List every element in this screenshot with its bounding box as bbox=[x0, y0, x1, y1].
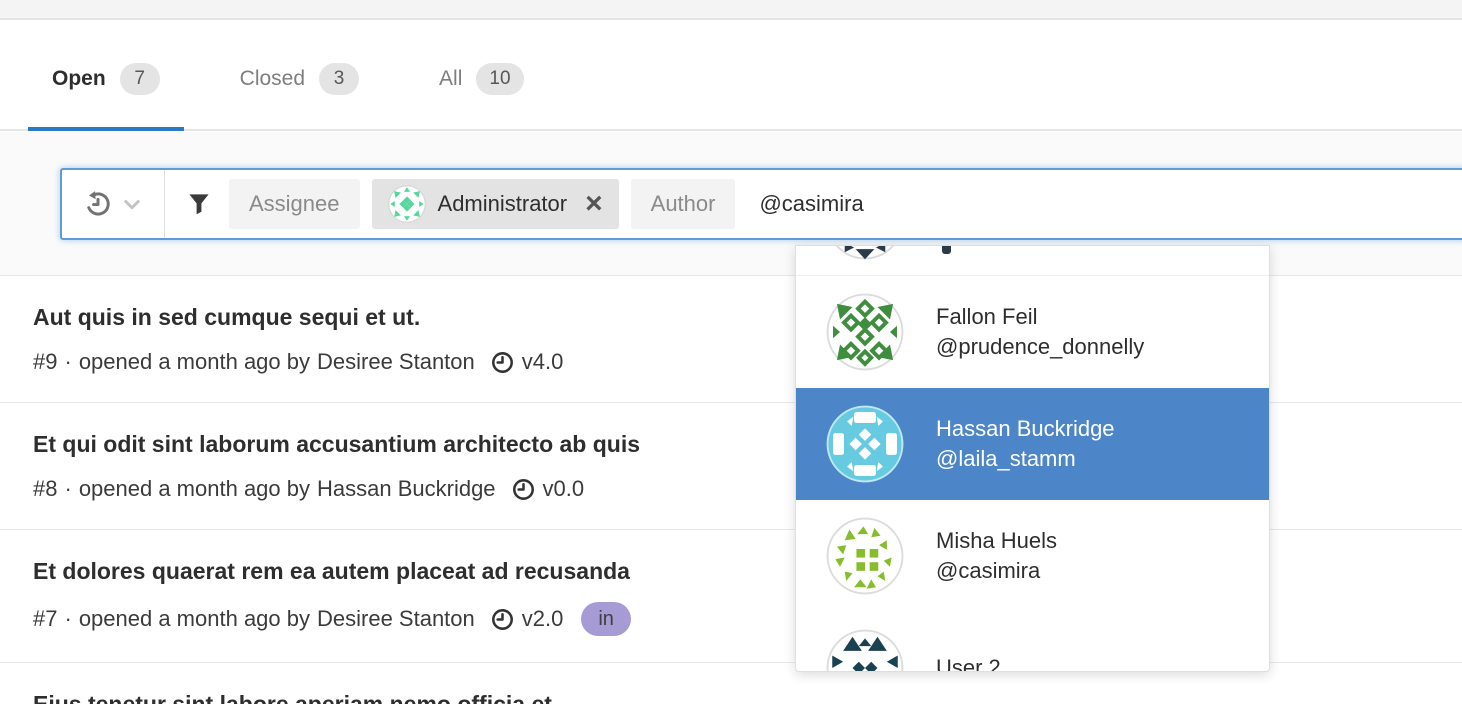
tab-closed[interactable]: Closed 3 bbox=[216, 30, 383, 131]
suggestion-name: Fallon Feil bbox=[936, 302, 1144, 332]
issue-author[interactable]: Hassan Buckridge bbox=[317, 475, 496, 503]
milestone-label: v2.0 bbox=[522, 605, 564, 633]
issue-milestone[interactable]: v4.0 bbox=[491, 348, 564, 376]
issue-opened-text: opened a month ago by bbox=[79, 348, 310, 376]
assignee-token-value-label: Administrator bbox=[438, 191, 568, 217]
suggestion-username: @laila_stamm bbox=[936, 444, 1115, 474]
dropdown-items: Fallon Feil @prudence_donnelly bbox=[796, 276, 1269, 672]
recent-searches-button[interactable] bbox=[62, 170, 164, 238]
milestone-label: v4.0 bbox=[522, 348, 564, 376]
issue-opened-text: opened a month ago by bbox=[79, 475, 310, 503]
fallon-feil-avatar bbox=[826, 293, 904, 371]
suggestion-name: Hassan Buckridge bbox=[936, 414, 1115, 444]
suggestion-hassan-buckridge[interactable]: Hassan Buckridge @laila_stamm bbox=[796, 388, 1269, 500]
meta-separator: · bbox=[64, 475, 71, 503]
tab-all-count-badge: 10 bbox=[476, 63, 523, 95]
tab-all[interactable]: All 10 bbox=[415, 30, 547, 131]
chevron-down-icon bbox=[122, 194, 142, 214]
clipped-text-fragment bbox=[942, 246, 951, 254]
issue-reference: #9 bbox=[33, 348, 57, 376]
milestone-clock-icon bbox=[491, 608, 514, 631]
issue-milestone[interactable]: v0.0 bbox=[512, 475, 585, 503]
funnel-icon bbox=[165, 192, 229, 216]
author-token-name[interactable]: Author bbox=[631, 179, 736, 229]
filtered-search-bar[interactable]: Assignee bbox=[60, 168, 1462, 240]
issue-title[interactable]: Eius tenetur sint labore aperiam nemo of… bbox=[33, 689, 1462, 704]
history-clock-icon bbox=[84, 190, 112, 218]
suggestion-username: @casimira bbox=[936, 556, 1057, 586]
tab-closed-count-badge: 3 bbox=[319, 63, 359, 95]
suggestion-misha-huels[interactable]: Misha Huels @casimira bbox=[796, 500, 1269, 612]
tab-open-label: Open bbox=[52, 67, 106, 91]
suggestion-name: User 2 bbox=[936, 653, 1001, 672]
issue-reference: #7 bbox=[33, 605, 57, 633]
meta-separator: · bbox=[64, 605, 71, 633]
suggestion-username: @prudence_donnelly bbox=[936, 332, 1144, 362]
tab-open[interactable]: Open 7 bbox=[28, 30, 184, 131]
issue-milestone[interactable]: v2.0 bbox=[491, 605, 564, 633]
suggestion-name: Misha Huels bbox=[936, 526, 1057, 556]
clipped-avatar bbox=[826, 245, 904, 260]
tab-closed-label: Closed bbox=[240, 67, 305, 91]
author-suggestions-dropdown: Fallon Feil @prudence_donnelly bbox=[795, 245, 1270, 672]
issue-label-badge[interactable]: in bbox=[581, 602, 631, 636]
milestone-clock-icon bbox=[512, 478, 535, 501]
hassan-buckridge-avatar bbox=[826, 405, 904, 483]
issues-page: Open 7 Closed 3 All 10 bbox=[0, 0, 1462, 704]
administrator-avatar bbox=[388, 185, 426, 223]
state-tabs: Open 7 Closed 3 All 10 bbox=[0, 30, 1462, 131]
suggestion-fallon-feil[interactable]: Fallon Feil @prudence_donnelly bbox=[796, 276, 1269, 388]
filter-tokens: Assignee bbox=[229, 179, 864, 229]
misha-huels-avatar bbox=[826, 517, 904, 595]
user-2-avatar bbox=[826, 629, 904, 672]
issue-reference: #8 bbox=[33, 475, 57, 503]
tab-all-label: All bbox=[439, 67, 462, 91]
author-search-query[interactable]: @casimira bbox=[759, 191, 863, 217]
issue-author[interactable]: Desiree Stanton bbox=[317, 605, 475, 633]
milestone-label: v0.0 bbox=[543, 475, 585, 503]
tab-open-count-badge: 7 bbox=[120, 63, 160, 95]
assignee-token-value[interactable]: Administrator × bbox=[372, 179, 619, 229]
assignee-token-name[interactable]: Assignee bbox=[229, 179, 360, 229]
suggestion-user-2[interactable]: User 2 bbox=[796, 612, 1269, 672]
milestone-clock-icon bbox=[491, 351, 514, 374]
remove-assignee-token-button[interactable]: × bbox=[585, 189, 603, 219]
issue-author[interactable]: Desiree Stanton bbox=[317, 348, 475, 376]
meta-separator: · bbox=[64, 348, 71, 376]
issue-opened-text: opened a month ago by bbox=[79, 605, 310, 633]
page-header-strip bbox=[0, 0, 1462, 20]
